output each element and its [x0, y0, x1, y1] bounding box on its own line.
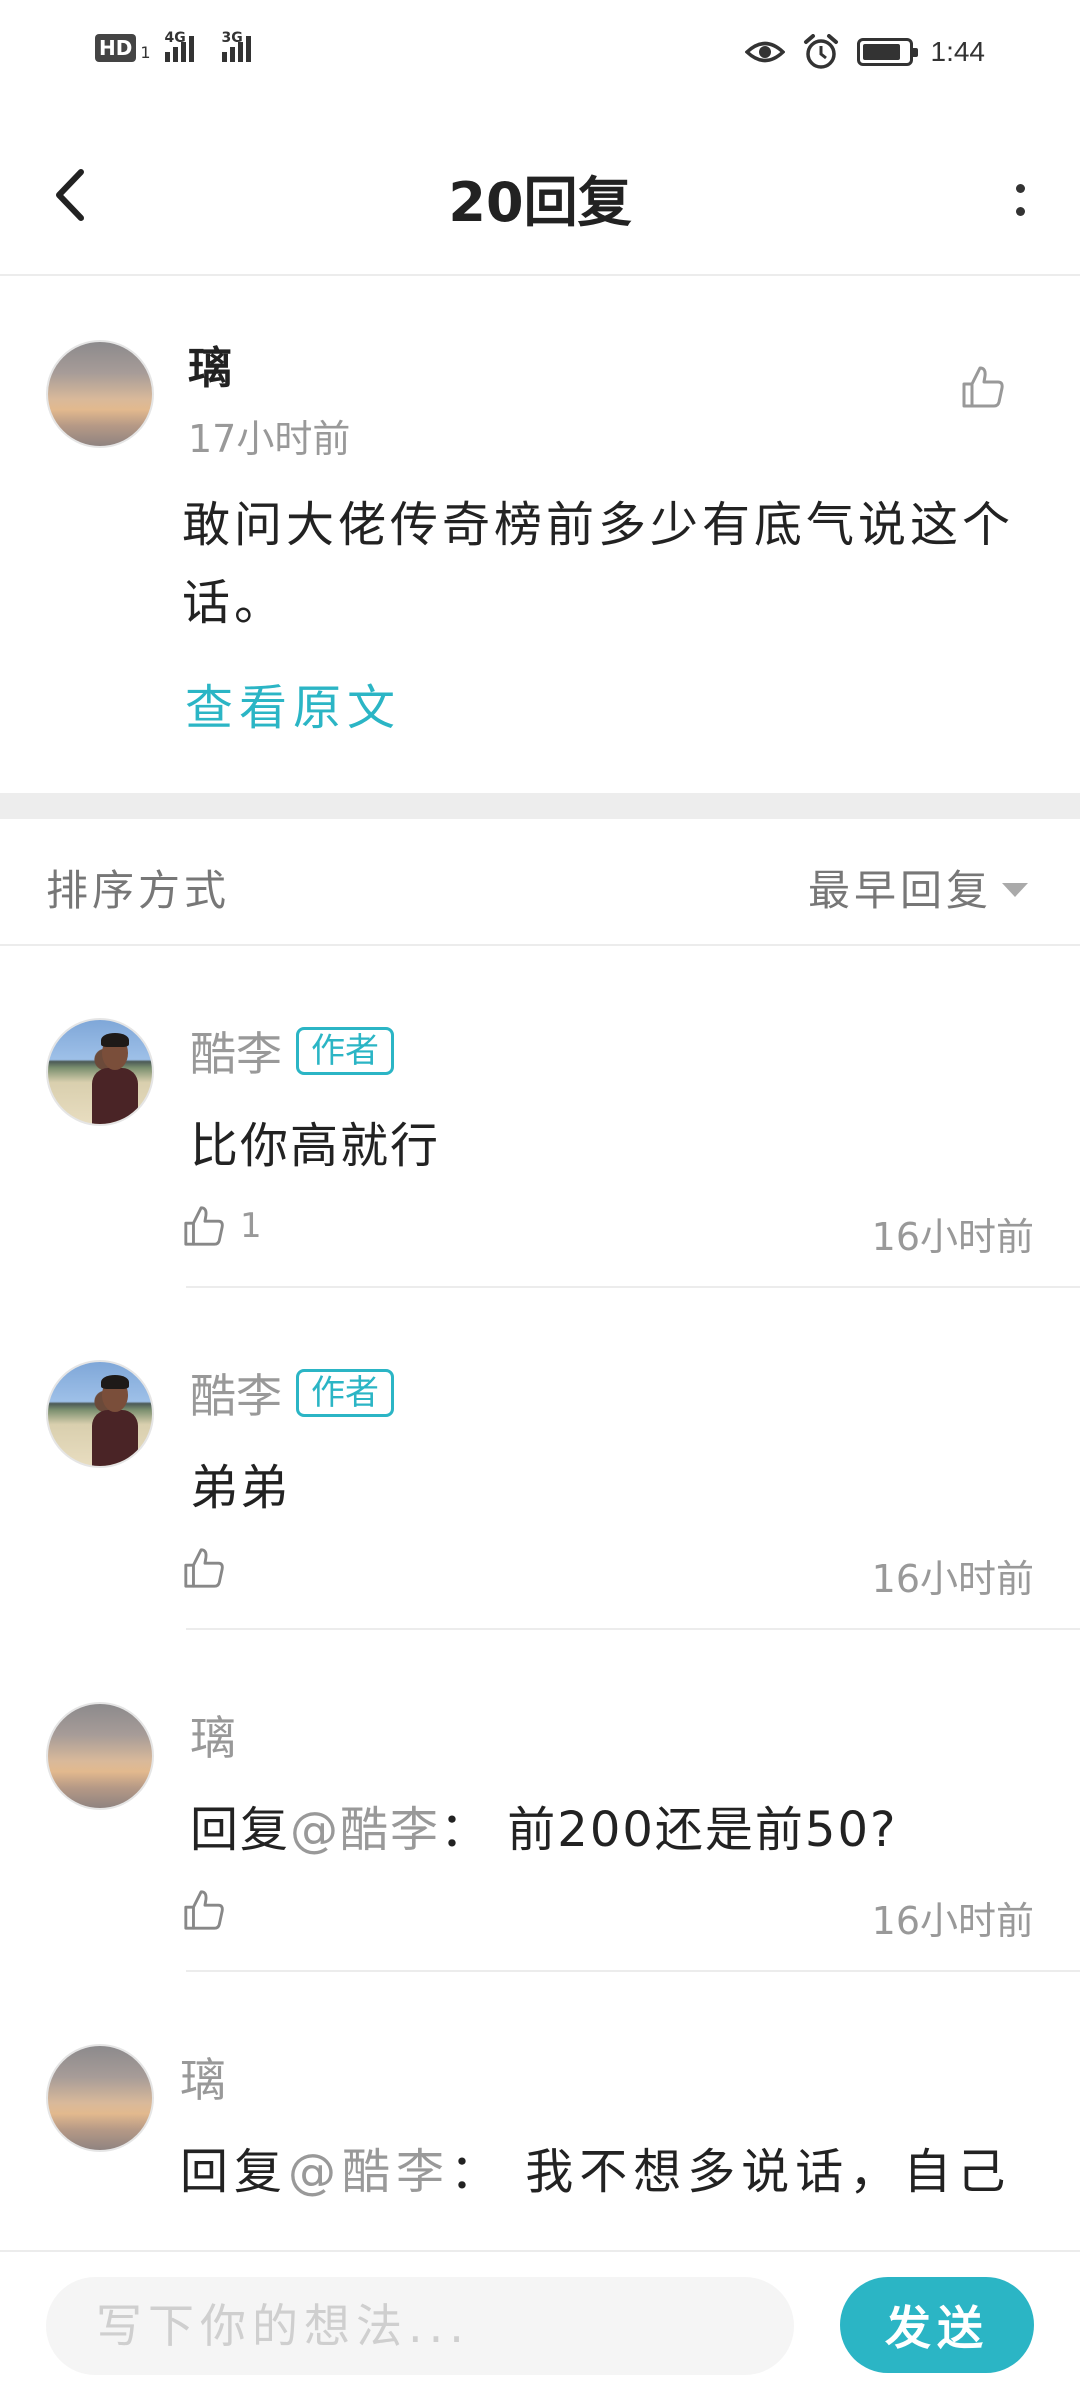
reply-item: 璃 回复@酷李： 我不想多说话，自己	[0, 1972, 1080, 2250]
like-button[interactable]	[182, 1546, 240, 1590]
comment-input[interactable]	[46, 2277, 794, 2375]
send-button[interactable]: 发送	[840, 2277, 1034, 2373]
reply-prefix: 回复	[190, 1802, 291, 1858]
caret-down-icon	[1002, 882, 1028, 897]
more-options-button[interactable]	[1000, 165, 1040, 235]
reply-text: 比你高就行	[190, 1118, 441, 1174]
sort-label: 排序方式	[46, 866, 231, 915]
comment-author[interactable]: 璃	[188, 332, 232, 396]
mention-link[interactable]: @酷李	[290, 1802, 440, 1858]
original-comment: 璃 17小时前 敢问大佬传奇榜前多少有底气说这个话。 查看原文	[0, 276, 1080, 793]
clock: 1:44	[930, 36, 986, 67]
status-bar: HD 1 4G 3G 1:44	[0, 0, 1080, 110]
reply-time: 16小时前	[871, 1899, 1034, 1943]
reply-author-name: 璃	[190, 1711, 236, 1765]
reply-prefix: 回复	[180, 2144, 289, 2200]
reply-author-name: 璃	[180, 2053, 226, 2107]
thumbs-up-icon	[184, 1206, 224, 1246]
avatar[interactable]	[46, 2044, 154, 2152]
alarm-icon	[803, 34, 838, 69]
signal-4g-icon: 4G	[164, 30, 194, 62]
app-header: 20回复	[0, 110, 1080, 276]
reply-body: ： 我不想多说话，自己	[450, 2144, 1012, 2200]
author-badge: 作者	[296, 1369, 394, 1417]
page-title: 20回复	[448, 171, 632, 234]
comment-text: 敢问大佬传奇榜前多少有底气说这个话。	[182, 497, 1015, 631]
comment-composer: 发送	[0, 2250, 1080, 2400]
avatar[interactable]	[46, 1018, 154, 1126]
comment-time: 17小时前	[188, 417, 351, 461]
more-dot-icon	[1015, 184, 1025, 193]
reply-author[interactable]: 璃	[190, 1702, 236, 1768]
reply-item: 璃 回复@酷李： 前200还是前50? 16小时前	[0, 1630, 1080, 1972]
reply-time: 16小时前	[871, 1557, 1034, 1601]
hd-icon: HD	[95, 34, 137, 62]
like-button[interactable]: 1	[182, 1204, 262, 1248]
reply-text: 弟弟	[190, 1460, 291, 1516]
reply-author-name: 酷李	[190, 1027, 282, 1081]
status-right: 1:44	[744, 34, 986, 70]
reply-text: 回复@酷李： 前200还是前50?	[190, 1790, 897, 1860]
status-left: HD 1 4G 3G	[95, 30, 251, 62]
avatar[interactable]	[46, 1360, 154, 1468]
avatar[interactable]	[46, 340, 154, 448]
thumbs-up-icon	[184, 1890, 224, 1930]
reply-author-name: 酷李	[190, 1369, 282, 1423]
section-divider	[0, 793, 1080, 819]
thumbs-up-icon	[184, 1548, 224, 1588]
reply-author[interactable]: 酷李 作者	[190, 1018, 394, 1084]
like-button[interactable]	[960, 364, 1010, 414]
reply-body: ： 前200还是前50?	[440, 1802, 898, 1858]
reply-time: 16小时前	[871, 1215, 1034, 1259]
like-count: 1	[240, 1206, 262, 1246]
author-badge: 作者	[296, 1027, 394, 1075]
avatar[interactable]	[46, 1702, 154, 1810]
reply-item: 酷李 作者 弟弟 16小时前	[0, 1288, 1080, 1630]
sim-number: 1	[140, 43, 151, 62]
sort-row: 排序方式 最早回复	[0, 819, 1080, 946]
thumbs-up-icon	[962, 366, 1004, 408]
reply-author[interactable]: 酷李 作者	[190, 1360, 394, 1426]
reply-author[interactable]: 璃	[180, 2044, 226, 2110]
signal-3g-icon: 3G	[221, 30, 251, 62]
sort-selected-value: 最早回复	[807, 866, 992, 915]
sort-dropdown[interactable]: 最早回复	[808, 857, 1028, 918]
screen: HD 1 4G 3G 1:44 20回复 璃 17小时前 敢问大佬传奇榜前多少有…	[0, 0, 1080, 2400]
reply-item: 酷李 作者 比你高就行 1 16小时前	[0, 946, 1080, 1288]
reply-text: 回复@酷李： 我不想多说话，自己	[180, 2132, 1011, 2202]
view-original-link[interactable]: 查看原文	[185, 668, 401, 738]
like-button[interactable]	[182, 1888, 226, 1932]
mention-link[interactable]: @酷李	[288, 2144, 450, 2200]
eye-icon	[744, 41, 785, 63]
battery-icon	[856, 38, 918, 66]
more-dot-icon	[1015, 207, 1025, 216]
